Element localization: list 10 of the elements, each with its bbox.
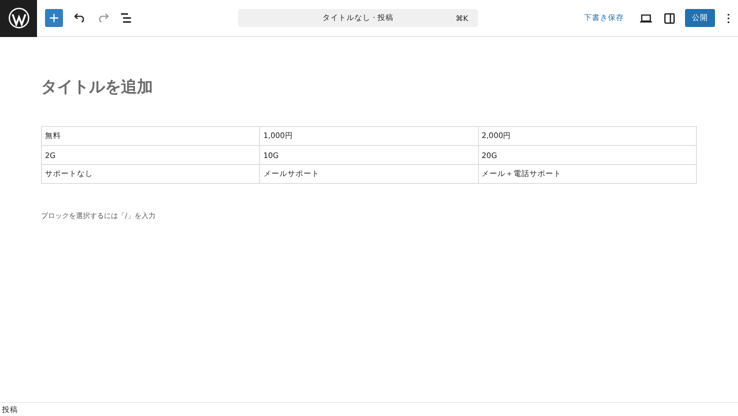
wordpress-logo[interactable] <box>0 0 37 36</box>
redo-icon[interactable] <box>97 13 109 23</box>
desktop-preview-icon[interactable] <box>640 14 652 22</box>
sidebar-toggle-icon[interactable] <box>664 12 675 24</box>
more-options-icon[interactable] <box>727 12 730 24</box>
title-placeholder[interactable]: タイトルを追加 <box>41 77 697 98</box>
list-view-icon[interactable] <box>120 13 132 23</box>
plus-icon <box>49 13 59 23</box>
undo-icon[interactable] <box>74 13 86 23</box>
add-block-button[interactable] <box>45 9 63 27</box>
